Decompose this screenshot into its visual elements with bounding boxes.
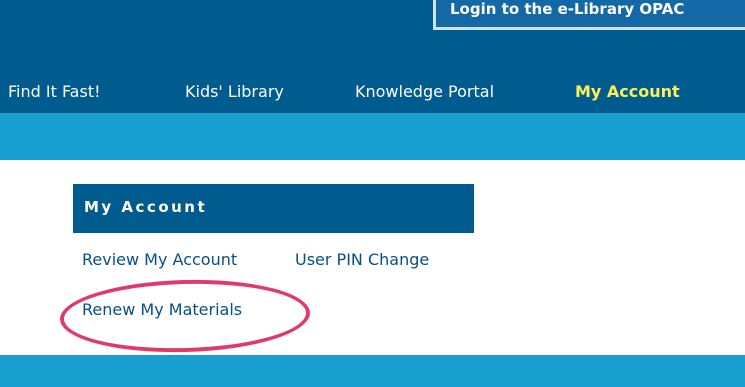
nav-item-my-account[interactable]: My Account [575, 78, 680, 106]
main-nav: Find It Fast! Kids' Library Knowledge Po… [0, 78, 745, 106]
review-my-account-link[interactable]: Review My Account [82, 250, 237, 269]
sub-nav-bar [0, 113, 745, 160]
page: Login to the e-Library OPAC Find It Fast… [0, 0, 745, 387]
nav-item-find-it-fast[interactable]: Find It Fast! [8, 78, 101, 106]
header-bar: Login to the e-Library OPAC Find It Fast… [0, 0, 745, 113]
account-panel-header: My Account [73, 184, 474, 233]
nav-item-kids-library[interactable]: Kids' Library [185, 78, 284, 106]
user-pin-change-link[interactable]: User PIN Change [295, 250, 429, 269]
opac-login-button[interactable]: Login to the e-Library OPAC [433, 0, 745, 30]
account-panel-title: My Account [84, 198, 208, 216]
nav-item-knowledge-portal[interactable]: Knowledge Portal [355, 78, 494, 106]
renew-my-materials-link[interactable]: Renew My Materials [82, 300, 242, 319]
footer-bar [0, 355, 745, 387]
